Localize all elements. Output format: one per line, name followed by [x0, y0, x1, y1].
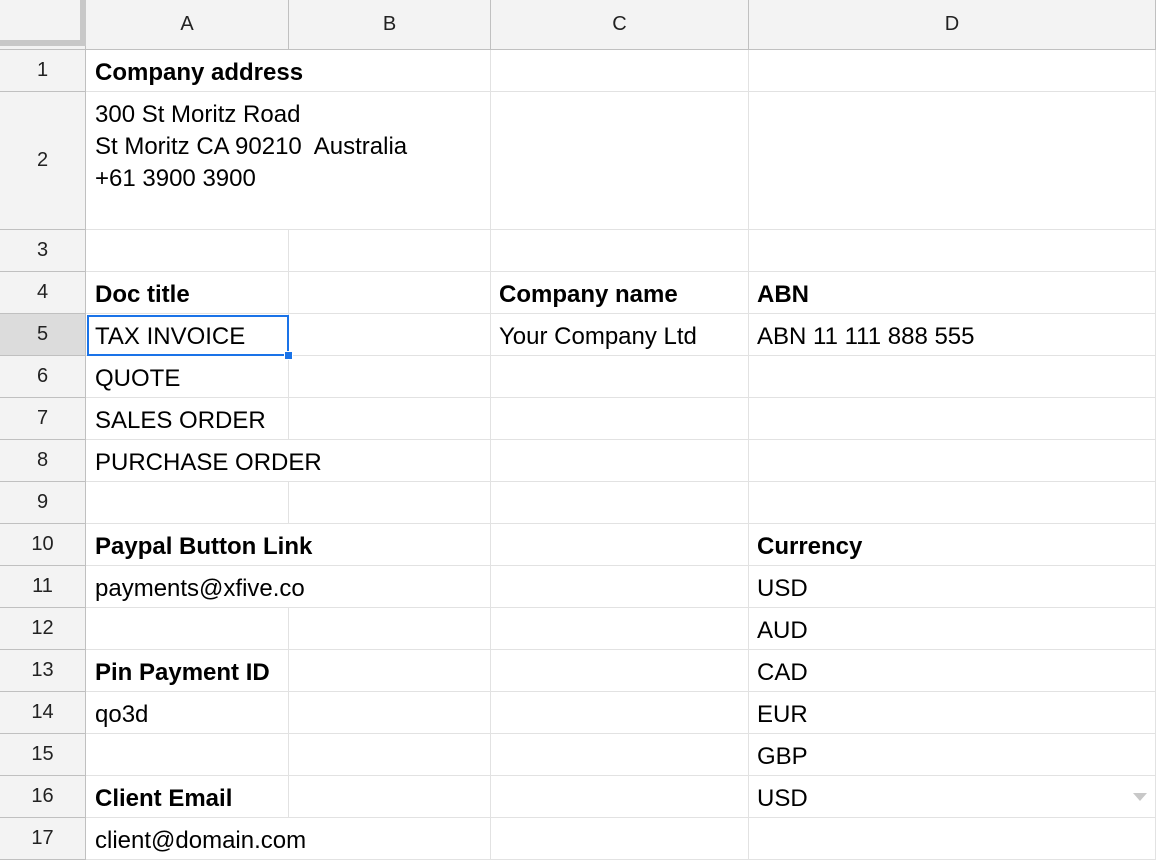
cell-b6[interactable]: [289, 356, 491, 398]
column-header-a[interactable]: A: [86, 0, 289, 50]
cell-d14-text: EUR: [757, 701, 808, 728]
row-header-2[interactable]: 2: [0, 92, 86, 230]
row-header-14[interactable]: 14: [0, 692, 86, 734]
cell-c3[interactable]: [491, 230, 749, 272]
cell-b7[interactable]: [289, 398, 491, 440]
cell-d3[interactable]: [749, 230, 1156, 272]
row-header-9[interactable]: 9: [0, 482, 86, 524]
cell-c12[interactable]: [491, 608, 749, 650]
cell-c14[interactable]: [491, 692, 749, 734]
cell-a12[interactable]: [86, 608, 289, 650]
dropdown-arrow-icon[interactable]: [1133, 793, 1147, 801]
cell-a14-text: qo3d: [95, 701, 149, 728]
row-header-4[interactable]: 4: [0, 272, 86, 314]
cell-d11[interactable]: [749, 566, 1156, 608]
row-header-11[interactable]: 11: [0, 566, 86, 608]
cell-b13[interactable]: [289, 650, 491, 692]
frozen-row-handle[interactable]: [0, 40, 80, 46]
cell-a13-text: Pin Payment ID: [95, 659, 270, 686]
cell-c2[interactable]: [491, 92, 749, 230]
cell-d17[interactable]: [749, 818, 1156, 860]
cell-c9[interactable]: [491, 482, 749, 524]
cell-d10-text: Currency: [757, 533, 863, 560]
cell-a4-text: Doc title: [95, 281, 190, 308]
cell-d16-text: USD: [757, 785, 808, 812]
cell-d4[interactable]: [749, 272, 1156, 314]
row-header-15[interactable]: 15: [0, 734, 86, 776]
cell-d1[interactable]: [749, 50, 1156, 92]
cell-d12[interactable]: [749, 608, 1156, 650]
cell-d13[interactable]: [749, 650, 1156, 692]
row-header-5[interactable]: 5: [0, 314, 86, 356]
column-header-d[interactable]: D: [749, 0, 1156, 50]
cell-d2[interactable]: [749, 92, 1156, 230]
cell-a10-text: Paypal Button Link: [95, 533, 313, 560]
row-header-6[interactable]: 6: [0, 356, 86, 398]
cell-c4-text: Company name: [499, 281, 678, 308]
row-header-13[interactable]: 13: [0, 650, 86, 692]
cell-c6[interactable]: [491, 356, 749, 398]
cell-d12-text: AUD: [757, 617, 808, 644]
cell-c13[interactable]: [491, 650, 749, 692]
cell-a2-text: 300 St Moritz Road St Moritz CA 90210 Au…: [95, 101, 408, 192]
cell-a3[interactable]: [86, 230, 289, 272]
cell-d13-text: CAD: [757, 659, 808, 686]
cell-d15-text: GBP: [757, 743, 808, 770]
cell-a7-text: SALES ORDER: [95, 407, 266, 434]
row-header-7[interactable]: 7: [0, 398, 86, 440]
cell-d6[interactable]: [749, 356, 1156, 398]
cell-b4[interactable]: [289, 272, 491, 314]
cell-a8-text: PURCHASE ORDER: [95, 449, 322, 476]
cell-b5[interactable]: [289, 314, 491, 356]
column-header-c[interactable]: C: [491, 0, 749, 50]
cell-c10[interactable]: [491, 524, 749, 566]
cell-d4-text: ABN: [757, 281, 809, 308]
cell-a5-text: TAX INVOICE: [95, 323, 246, 350]
cell-a17-text: client@domain.com: [95, 827, 307, 854]
cell-d11-text: USD: [757, 575, 808, 602]
cell-b9[interactable]: [289, 482, 491, 524]
cell-c5-text: Your Company Ltd: [499, 323, 697, 350]
cell-a16-text: Client Email: [95, 785, 233, 812]
cell-d8[interactable]: [749, 440, 1156, 482]
row-header-17[interactable]: 17: [0, 818, 86, 860]
row-header-8[interactable]: 8: [0, 440, 86, 482]
cell-b16[interactable]: [289, 776, 491, 818]
cell-d15[interactable]: [749, 734, 1156, 776]
cell-a15[interactable]: [86, 734, 289, 776]
cell-d7[interactable]: [749, 398, 1156, 440]
cell-a11-text: payments@xfive.co: [95, 575, 305, 602]
cell-c11[interactable]: [491, 566, 749, 608]
cell-b12[interactable]: [289, 608, 491, 650]
fill-handle[interactable]: [284, 351, 293, 360]
cell-c8[interactable]: [491, 440, 749, 482]
spreadsheet-grid: A B C D 1 2 3 4 5 6 7 8 9 10 11 12 13 14…: [0, 0, 1156, 868]
cell-a1-text: Company address: [95, 59, 304, 86]
row-header-3[interactable]: 3: [0, 230, 86, 272]
cell-b14[interactable]: [289, 692, 491, 734]
row-header-12[interactable]: 12: [0, 608, 86, 650]
select-all-corner[interactable]: [0, 0, 86, 50]
cell-a9[interactable]: [86, 482, 289, 524]
cell-c16[interactable]: [491, 776, 749, 818]
cell-b3[interactable]: [289, 230, 491, 272]
cell-c17[interactable]: [491, 818, 749, 860]
cell-d16[interactable]: [749, 776, 1156, 818]
row-header-10[interactable]: 10: [0, 524, 86, 566]
row-header-16[interactable]: 16: [0, 776, 86, 818]
cell-c15[interactable]: [491, 734, 749, 776]
cell-d9[interactable]: [749, 482, 1156, 524]
cell-d5-text: ABN 11 111 888 555: [757, 323, 975, 350]
cell-b15[interactable]: [289, 734, 491, 776]
row-header-1[interactable]: 1: [0, 50, 86, 92]
cell-c1[interactable]: [491, 50, 749, 92]
cell-a6-text: QUOTE: [95, 365, 181, 392]
column-header-b[interactable]: B: [289, 0, 491, 50]
cell-d14[interactable]: [749, 692, 1156, 734]
cell-c7[interactable]: [491, 398, 749, 440]
